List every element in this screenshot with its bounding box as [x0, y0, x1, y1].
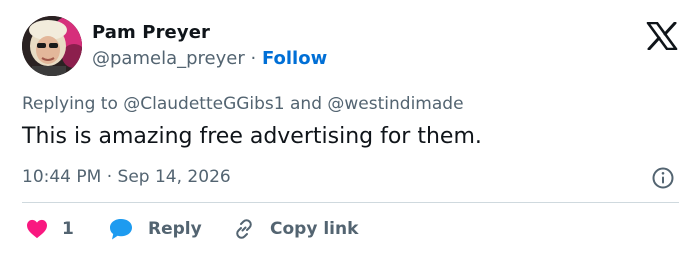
replying-to: Replying to @ClaudetteGGibs1 and @westin…	[22, 94, 464, 114]
speech-bubble-icon	[110, 219, 132, 240]
avatar-photo	[22, 16, 82, 76]
like-button[interactable]: 1	[26, 216, 74, 242]
replying-prefix: Replying to	[22, 94, 118, 114]
follow-button[interactable]: Follow	[262, 48, 327, 69]
avatar[interactable]	[22, 16, 82, 76]
author-name[interactable]: Pam Preyer	[92, 22, 210, 43]
copy-link-button[interactable]: Copy link	[232, 216, 358, 242]
author-handle-line: @pamela_preyer · Follow	[92, 48, 327, 69]
timestamp-separator: ·	[106, 167, 113, 187]
divider	[22, 202, 679, 203]
mention-link-1[interactable]: @ClaudetteGGibs1	[123, 94, 284, 114]
tweet-date[interactable]: Sep 14, 2026	[118, 167, 231, 187]
tweet-timestamp[interactable]: 10:44 PM · Sep 14, 2026	[22, 167, 231, 187]
copy-link-label: Copy link	[270, 219, 359, 239]
info-icon[interactable]	[651, 166, 675, 190]
tweet-text: This is amazing free advertising for the…	[22, 124, 482, 149]
mention-link-2[interactable]: @westindimade	[327, 94, 463, 114]
x-logo-icon[interactable]	[646, 22, 678, 50]
like-count: 1	[62, 219, 74, 239]
reply-label: Reply	[148, 219, 202, 239]
author-handle[interactable]: @pamela_preyer	[92, 48, 245, 69]
reply-button[interactable]: Reply	[108, 216, 202, 242]
replying-conjunction: and	[290, 94, 322, 114]
handle-separator: ·	[250, 48, 257, 69]
tweet-time[interactable]: 10:44 PM	[22, 167, 101, 187]
heart-icon	[27, 219, 47, 239]
link-icon	[236, 219, 252, 239]
